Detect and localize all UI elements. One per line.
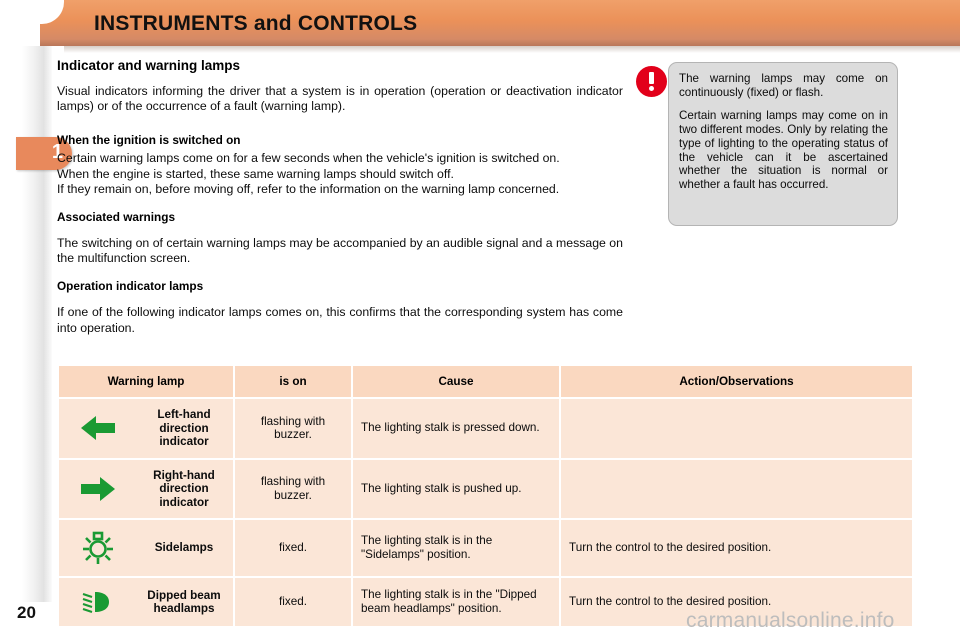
lamp-cause: The lighting stalk is pressed down.: [353, 399, 559, 458]
lamp-cause: The lighting stalk is in the "Sidelamps"…: [353, 520, 559, 576]
table-header-action: Action/Observations: [561, 366, 912, 397]
lamp-icon-cell: Sidelamps: [59, 520, 233, 576]
lamp-is-on: fixed.: [235, 578, 351, 626]
table-header-row: Warning lamp is on Cause Action/Observat…: [59, 366, 912, 397]
table-row: Right-hand direction indicator flashing …: [59, 459, 912, 518]
arrow-left-icon: [61, 401, 135, 456]
table-row: Left-hand direction indicator flashing w…: [59, 399, 912, 458]
warning-callout-box: The warning lamps may come on continuous…: [668, 62, 898, 226]
table-header-is-on: is on: [235, 366, 351, 397]
lamp-name: Dipped beam headlamps: [137, 580, 231, 624]
lamp-name: Left-hand direction indicator: [137, 401, 231, 456]
subsection-heading-operation: Operation indicator lamps: [57, 279, 204, 294]
arrow-right-icon: [61, 461, 135, 516]
lamp-action: [561, 459, 912, 518]
section-heading: Indicator and warning lamps: [57, 58, 241, 73]
table-header-warning-lamp: Warning lamp: [59, 366, 233, 397]
table-header-cause: Cause: [353, 366, 559, 397]
warning-exclamation-icon: [636, 66, 667, 97]
subsection-heading-ignition: When the ignition is switched on: [57, 133, 241, 148]
lamp-cause: The lighting stalk is pushed up.: [353, 459, 559, 518]
lamp-cause: The lighting stalk is in the "Dipped bea…: [353, 578, 559, 626]
lamp-is-on: flashing with buzzer.: [235, 459, 351, 518]
banner-drop-shadow: [64, 46, 960, 53]
lamp-name: Sidelamps: [137, 522, 231, 574]
lamp-action: [561, 399, 912, 458]
warning-lamp-table: Warning lamp is on Cause Action/Observat…: [57, 364, 914, 628]
intro-paragraph: Visual indicators informing the driver t…: [57, 84, 623, 114]
ignition-paragraph-2: When the engine is started, these same w…: [57, 166, 454, 181]
page-header-banner: INSTRUMENTS and CONTROLS: [0, 0, 960, 46]
table-row: Sidelamps fixed. The lighting stalk is i…: [59, 520, 912, 576]
ignition-paragraph-3: If they remain on, before moving off, re…: [57, 181, 560, 196]
lamp-icon-cell: Left-hand direction indicator: [59, 399, 233, 458]
chapter-rail: 1: [16, 46, 72, 602]
page-number: 20: [17, 603, 36, 622]
lamp-action: Turn the control to the desired position…: [561, 520, 912, 576]
callout-paragraph-1: The warning lamps may come on continuous…: [679, 72, 888, 99]
ignition-paragraph-1: Certain warning lamps come on for a few …: [57, 151, 560, 166]
main-content: Indicator and warning lamps Visual indic…: [57, 58, 623, 336]
lamp-icon-cell: Dipped beam headlamps: [59, 578, 233, 626]
exclamation-bar: [649, 72, 654, 84]
lamp-icon-cell: Right-hand direction indicator: [59, 459, 233, 518]
sidelamp-icon: [61, 522, 135, 574]
lamp-name: Right-hand direction indicator: [137, 461, 231, 516]
associated-paragraph-1: The switching on of certain warning lamp…: [57, 236, 623, 266]
operation-paragraph-1: If one of the following indicator lamps …: [57, 305, 623, 335]
dipped-beam-headlamp-icon: [61, 580, 135, 624]
lamp-is-on: fixed.: [235, 520, 351, 576]
banner-corner-notch: [0, 0, 64, 24]
callout-paragraph-2: Certain warning lamps may come on in two…: [679, 108, 888, 192]
subsection-heading-associated: Associated warnings: [57, 210, 176, 225]
exclamation-dot: [649, 86, 654, 91]
banner-corner-notch-lower: [0, 22, 40, 46]
site-watermark: carmanualsonline.info: [686, 609, 895, 632]
page-title: INSTRUMENTS and CONTROLS: [94, 12, 418, 35]
lamp-is-on: flashing with buzzer.: [235, 399, 351, 458]
